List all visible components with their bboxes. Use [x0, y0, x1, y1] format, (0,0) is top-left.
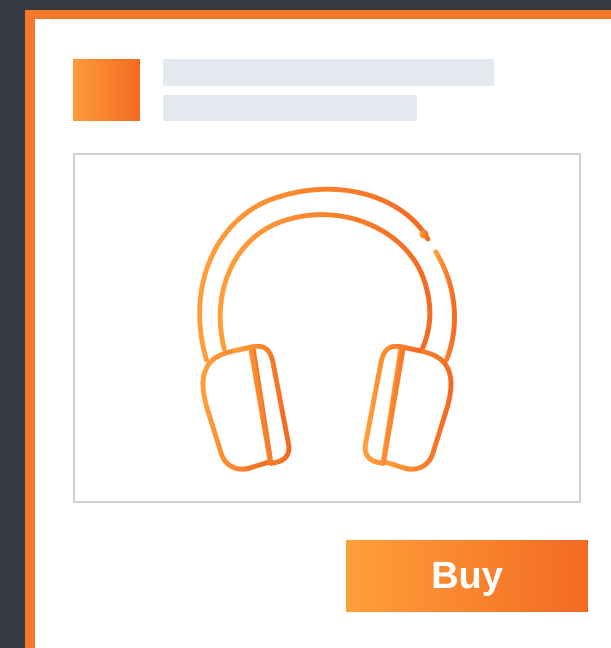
buy-button[interactable]: Buy: [346, 540, 588, 612]
product-title-placeholder: [163, 59, 494, 86]
left-ear-cup: [231, 343, 292, 466]
store-logo: [73, 59, 140, 121]
right-ear-cup: [362, 343, 423, 466]
headphones-icon: [197, 186, 457, 472]
headband-inner-arc: [217, 212, 433, 353]
headband-outer-right-arc: [433, 249, 457, 363]
product-subtitle-placeholder: [163, 95, 417, 121]
product-image: [73, 153, 581, 503]
headband-dot: [419, 229, 429, 239]
